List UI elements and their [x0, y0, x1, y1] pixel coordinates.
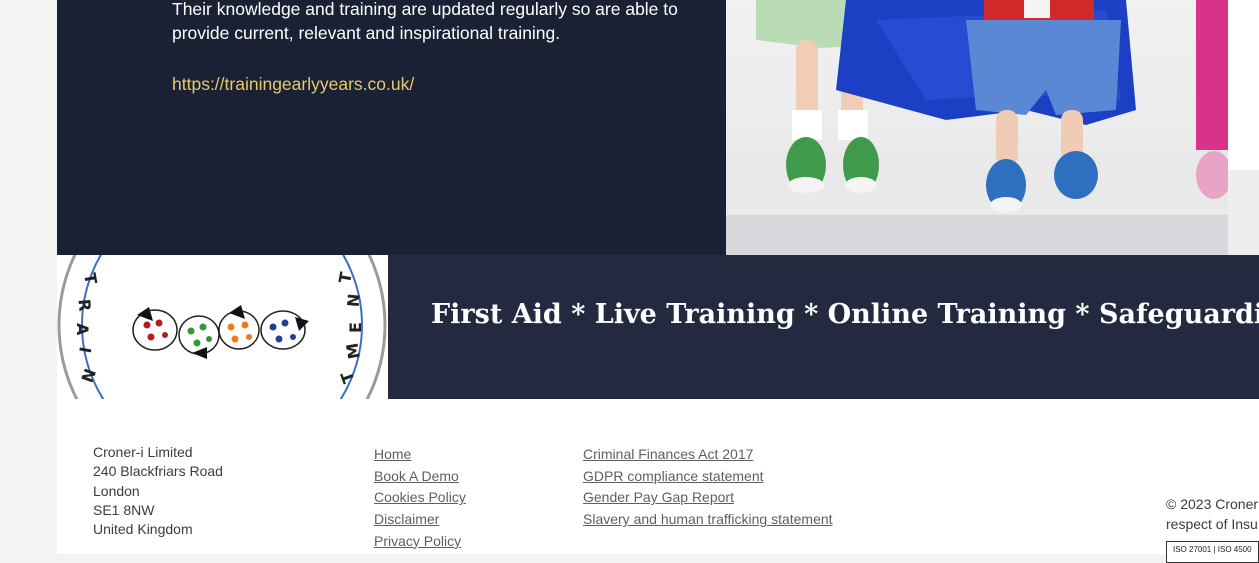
svg-text:R: R	[75, 298, 95, 312]
address-line: United Kingdom	[93, 521, 193, 538]
footer-link-home[interactable]: Home	[374, 444, 466, 466]
copyright-notice: © 2023 Croner respect of Insu	[1166, 495, 1258, 534]
svg-text:M: M	[342, 341, 363, 360]
svg-text:A: A	[73, 323, 92, 336]
page-edge-block	[1228, 170, 1259, 255]
address-line: 240 Blackfriars Road	[93, 463, 223, 480]
footer-links-primary: Home Book A Demo Cookies Policy Disclaim…	[374, 444, 466, 553]
promo-line-2: provide current, relevant and inspiratio…	[172, 23, 561, 43]
footer-link-disclaimer[interactable]: Disclaimer	[374, 509, 466, 531]
svg-text:N: N	[344, 293, 364, 308]
footer-link-book-demo[interactable]: Book A Demo	[374, 466, 466, 488]
services-banner: First Aid * Live Training * Online Train…	[388, 255, 1259, 399]
footer-link-cookies-policy[interactable]: Cookies Policy	[374, 487, 466, 509]
footer-link-slavery-statement[interactable]: Slavery and human trafficking statement	[583, 509, 833, 531]
iso-certification-badge: ISO 27001 | ISO 4500	[1166, 541, 1259, 563]
promo-description: Their knowledge and training are updated…	[172, 0, 712, 45]
kids-jumping-photo	[726, 0, 1228, 255]
training-logo: T R A I N T N E M T	[57, 255, 388, 399]
copyright-line-1: © 2023 Croner	[1166, 496, 1259, 512]
promo-website-link[interactable]: https://trainingearlyyears.co.uk/	[172, 74, 414, 95]
address-line: Croner-i Limited	[93, 444, 193, 460]
footer-link-gdpr[interactable]: GDPR compliance statement	[583, 466, 833, 488]
footer-links-compliance: Criminal Finances Act 2017 GDPR complian…	[583, 444, 833, 531]
promo-line-1: Their knowledge and training are updated…	[172, 0, 678, 19]
address-line: London	[93, 482, 140, 499]
copyright-line-2: respect of Insu	[1166, 515, 1258, 532]
promo-panel: Their knowledge and training are updated…	[57, 0, 726, 255]
footer-link-gender-pay-gap[interactable]: Gender Pay Gap Report	[583, 487, 833, 509]
footer-link-criminal-finances[interactable]: Criminal Finances Act 2017	[583, 444, 833, 466]
svg-text:E: E	[346, 322, 365, 333]
address-line: SE1 8NW	[93, 501, 155, 518]
company-address: Croner-i Limited 240 Blackfriars Road Lo…	[93, 443, 223, 539]
services-ticker-text: First Aid * Live Training * Online Train…	[431, 299, 1259, 330]
footer-link-privacy-policy[interactable]: Privacy Policy	[374, 531, 466, 553]
